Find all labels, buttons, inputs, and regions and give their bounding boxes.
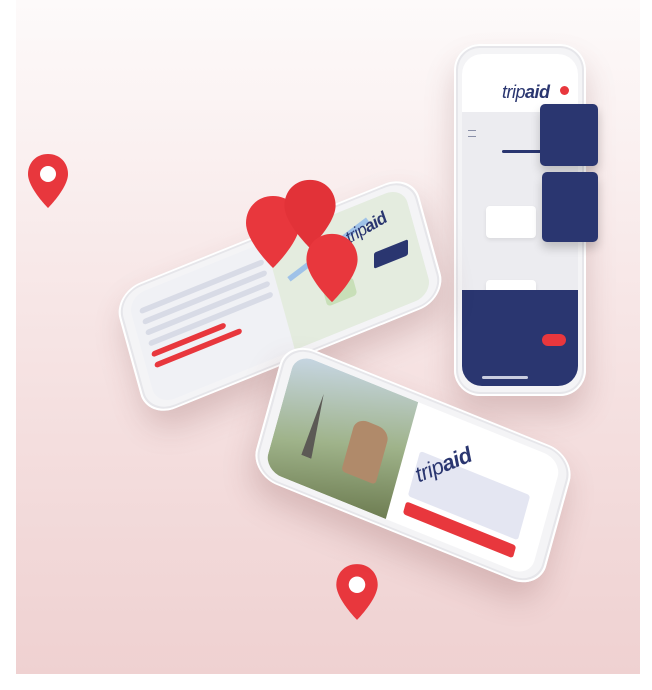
- tripaid-logo: tripaid: [502, 82, 550, 102]
- map-pin-icon: [28, 154, 68, 208]
- chat-bubble-incoming: [486, 206, 536, 238]
- tab-indicator: [502, 150, 542, 153]
- travel-photo: [263, 352, 419, 520]
- map-pin-icon: [306, 233, 358, 303]
- chat-bubble-outgoing: [540, 104, 598, 166]
- phone-login-wrapper: tripaid: [228, 338, 588, 592]
- illustration-scene: tripaid tripaid tripaid: [16, 0, 640, 674]
- send-button[interactable]: [542, 334, 566, 346]
- chat-bubble-outgoing: [542, 172, 598, 242]
- notification-badge-icon[interactable]: [560, 86, 569, 95]
- hamburger-menu-icon[interactable]: [468, 130, 476, 137]
